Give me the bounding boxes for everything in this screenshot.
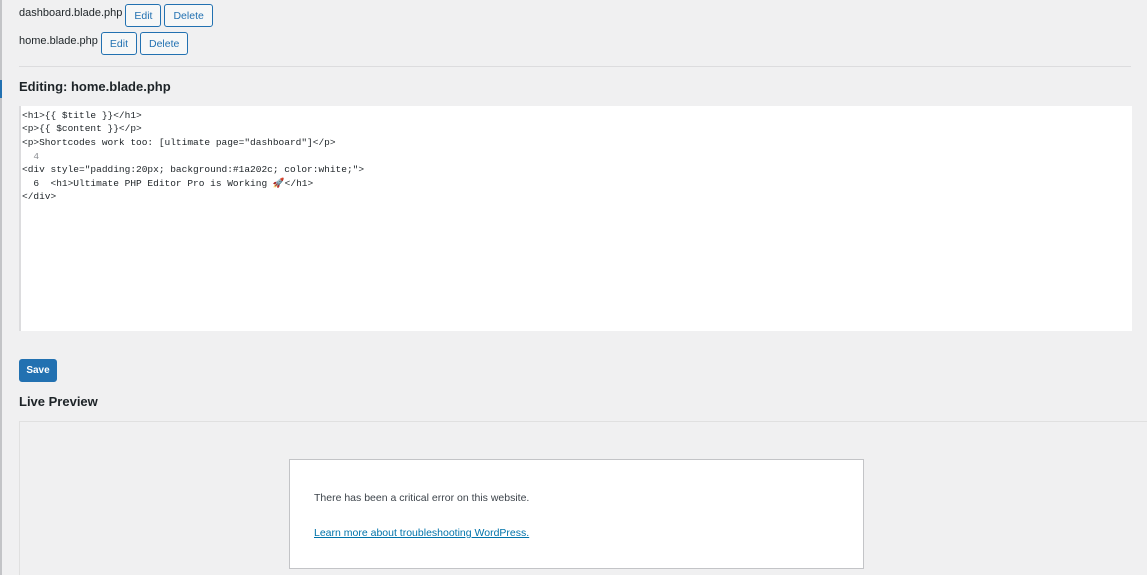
code-line: 6 <h1>Ultimate PHP Editor Pro is Working… (22, 178, 314, 189)
page: dashboard.blade.php Edit Delete home.bla… (0, 0, 1147, 575)
code-editor[interactable]: <h1>{{ $title }}</h1> <p>{{ $content }}<… (19, 106, 1132, 331)
section-divider (19, 66, 1131, 67)
live-preview-heading: Live Preview (19, 394, 98, 409)
code-line: <div style="padding:20px; background:#1a… (22, 164, 365, 175)
error-message: There has been a critical error on this … (314, 492, 530, 504)
save-button[interactable]: Save (19, 359, 57, 382)
delete-button[interactable]: Delete (164, 4, 213, 27)
file-name: dashboard.blade.php (19, 7, 123, 19)
code-line: </div> (22, 191, 57, 202)
edit-button[interactable]: Edit (125, 4, 162, 27)
code-line: 4 (22, 151, 40, 162)
code-line: <h1>{{ $title }}</h1> (22, 110, 142, 121)
file-row-home: home.blade.php Edit Delete (19, 32, 191, 55)
file-row-dashboard: dashboard.blade.php Edit Delete (19, 4, 216, 27)
error-message-box: There has been a critical error on this … (289, 459, 864, 569)
file-name: home.blade.php (19, 35, 98, 47)
delete-button[interactable]: Delete (140, 32, 189, 55)
troubleshooting-link[interactable]: Learn more about troubleshooting WordPre… (314, 526, 529, 540)
edit-button[interactable]: Edit (100, 32, 137, 55)
code-line: <p>Shortcodes work too: [ultimate page="… (22, 137, 336, 148)
admin-sidebar-active-indicator (0, 80, 2, 98)
code-line: <p>{{ $content }}</p> (22, 123, 142, 134)
editor-heading: Editing: home.blade.php (19, 79, 171, 94)
